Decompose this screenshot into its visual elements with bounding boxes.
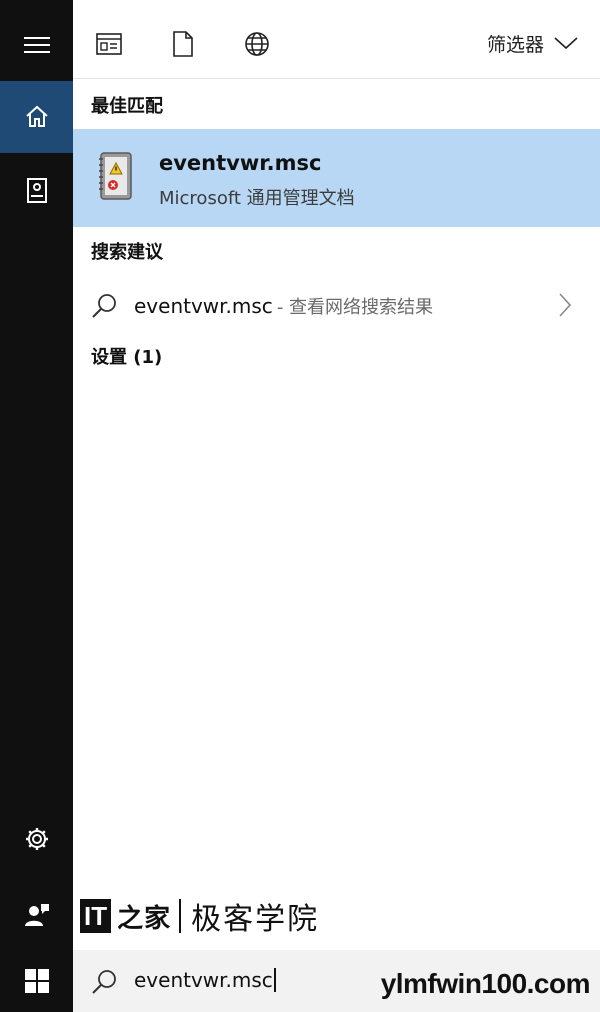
hamburger-icon [23,37,50,53]
web-suggestion-item[interactable]: eventvwr.msc - 查看网络搜索结果 [73,278,600,336]
apps-scope-button[interactable] [85,20,133,68]
search-box-icon [92,970,116,994]
hamburger-menu-button[interactable] [0,14,73,76]
apps-window-icon [96,33,122,55]
watermark-name: 极客学院 [191,902,320,937]
text-caret [273,968,276,992]
documents-scope-button[interactable] [159,20,207,68]
best-match-heading: 最佳匹配 [91,96,163,117]
event-viewer-icon [99,152,132,200]
suggestion-text: eventvwr.msc - 查看网络搜索结果 [134,293,433,319]
filter-dropdown[interactable]: 筛选器 [487,26,578,60]
notebook-icon [26,178,47,203]
globe-icon [245,32,269,56]
watermark-separator [179,899,182,933]
best-match-subtitle: Microsoft 通用管理文档 [159,188,355,209]
filter-label: 筛选器 [486,33,544,56]
watermark-brand: 之家 [117,903,172,934]
best-match-name: eventvwr.msc [159,151,322,175]
settings-button[interactable] [0,808,73,870]
settings-heading: 设置 (1) [91,347,163,368]
search-input[interactable]: eventvwr.msc [134,968,276,992]
watermark: IT 之家 极客学院 [80,893,319,939]
notebook-button[interactable] [0,157,73,225]
search-suggestions-heading: 搜索建议 [91,242,163,263]
gear-icon [25,828,48,850]
home-icon [25,105,48,127]
left-rail [0,0,73,1012]
search-input-value: eventvwr.msc [134,968,273,992]
suggestion-hint: - 查看网络搜索结果 [276,297,434,318]
search-box[interactable]: eventvwr.msc ylmfwin100.com [73,950,600,1012]
web-scope-button[interactable] [233,20,281,68]
site-watermark: ylmfwin100.com [380,968,591,999]
start-button[interactable] [0,950,73,1012]
best-match-result[interactable]: eventvwr.msc Microsoft 通用管理文档 [73,129,600,227]
feedback-button[interactable] [0,880,73,950]
windows-logo-icon [24,969,49,993]
home-button[interactable] [0,81,73,153]
suggestion-query: eventvwr.msc [134,294,273,318]
search-icon [92,294,116,318]
chevron-down-icon [554,37,578,50]
search-scope-bar: 筛选器 [73,0,600,79]
document-icon [173,31,193,57]
feedback-person-icon [24,904,49,926]
chevron-right-icon [559,293,572,317]
watermark-logo: IT [80,899,112,933]
